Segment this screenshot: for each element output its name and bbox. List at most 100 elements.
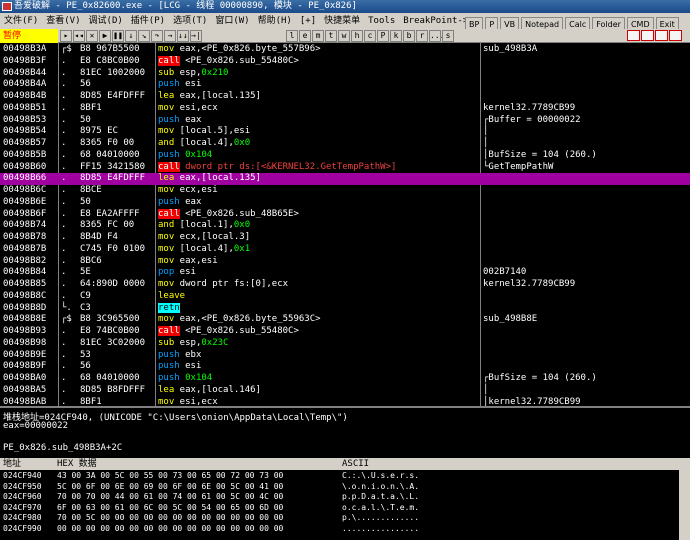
disasm-row[interactable]: 00498B82. 8BC6 mov eax,esi <box>0 256 690 268</box>
dump-row[interactable]: 024CF990 00 00 00 00 00 00 00 00 00 00 00… <box>0 524 679 534</box>
menu-item[interactable]: BreakPoint-> <box>399 13 472 29</box>
disasm-row[interactable]: 00498B78. 8B4D F4 mov ecx,[local.3] <box>0 232 690 244</box>
disasm-row[interactable]: 00498B93. E8 74BC0B00 call <PE_0x826.sub_5… <box>0 326 690 338</box>
menu-item[interactable]: 帮助(H) <box>254 13 296 29</box>
window-toggle-button[interactable]: s <box>442 30 454 42</box>
toolbar-button-icon[interactable]: ↓↓ <box>177 30 189 42</box>
disasm-row[interactable]: 00498B60. FF15 3421580 call dword ptr ds:[… <box>0 161 690 174</box>
toolbar-button-icon[interactable]: ✕ <box>86 30 98 42</box>
menu-item[interactable]: 查看(V) <box>42 13 84 29</box>
row-instruction: mov esi,ecx <box>158 397 218 407</box>
window-toggle-button[interactable]: l <box>286 30 298 42</box>
dump-row[interactable]: 024CF980 70 00 5C 00 00 00 00 00 00 00 00… <box>0 513 679 523</box>
instruction-token: retn <box>158 302 180 313</box>
row-marker: . <box>61 185 67 195</box>
toolbar-button-icon[interactable]: ▸ <box>60 30 72 42</box>
disasm-row[interactable]: 00498B53. 50 push eax ┌Buffer = 00000022 <box>0 115 690 127</box>
row-comment: 002B7140 <box>483 267 527 278</box>
menu-item[interactable]: 文件(F) <box>0 13 42 29</box>
instruction-token: push <box>158 373 180 383</box>
window-toggle-button[interactable]: t <box>325 30 337 42</box>
disasm-row[interactable]: 00498B74. 8365 FC 00 and [local.1],0x0 <box>0 220 690 232</box>
dump-row[interactable]: 024CF960 70 00 70 00 44 00 61 00 74 00 61… <box>0 492 679 502</box>
disasm-row[interactable]: 00498B57. 8365 F0 00 and [local.4],0x0 │ <box>0 138 690 150</box>
toolbar-button-icon[interactable]: →| <box>190 30 202 42</box>
ribbon-icon[interactable] <box>641 30 654 41</box>
menu-item[interactable]: 快捷菜单 <box>320 13 364 29</box>
disasm-row[interactable]: 00498B3F. E8 C8BC0B00 call <PE_0x826.sub_5… <box>0 55 690 68</box>
disasm-row[interactable]: 00498B44. 81EC 1002000 sub esp,0x210 <box>0 68 690 80</box>
row-instruction: and [local.1],0x0 <box>158 220 250 232</box>
row-instruction: push esi <box>158 79 201 91</box>
row-comment: │kernel32.7789CB99 <box>483 396 581 407</box>
disasm-row[interactable]: 00498B3A ┌$ B8 967B5500 mov eax,<PE_0x826.b… <box>0 44 690 56</box>
disasm-row[interactable]: 00498BA0. 68 04010000 push 0x104 ┌BufSize =… <box>0 373 690 385</box>
disasm-row[interactable]: 00498B5B. 68 04010000 push 0x104 │BufSize =… <box>0 150 690 162</box>
disasm-row[interactable]: 00498B8E ┌$ B8 3C965500 mov eax,<PE_0x826.b… <box>0 314 690 326</box>
disasm-row[interactable]: 00498B9F. 56 push esi <box>0 361 690 373</box>
window-toggle-button[interactable]: P <box>377 30 389 42</box>
disasm-row[interactable]: 00498B85. 64:890D 0000 mov dword ptr fs:[0… <box>0 279 690 291</box>
dump-scrollbar[interactable] <box>679 458 690 540</box>
disasm-row[interactable]: 00498B66. 8D85 E4FDFFF lea eax,[local.135] <box>0 173 690 185</box>
row-marker: . <box>61 102 67 113</box>
instruction-token: esi,ecx <box>174 102 218 113</box>
disasm-row[interactable]: 00498B9E. 53 push ebx <box>0 350 690 362</box>
disasm-row[interactable]: 00498B6E. 50 push eax <box>0 197 690 209</box>
disasm-row[interactable]: 00498B98. 81EC 3C02000 sub esp,0x23C <box>0 338 690 350</box>
toolbar-button-icon[interactable]: ↓ <box>125 30 137 42</box>
row-hex-bytes: 8D85 E4FDFFF <box>80 91 146 101</box>
disasm-row[interactable]: 00498B8C. C9 leave <box>0 291 690 303</box>
window-toggle-button[interactable]: b <box>403 30 415 42</box>
window-toggle-button[interactable]: h <box>351 30 363 42</box>
window-toggle-button[interactable]: w <box>338 30 350 42</box>
disasm-row[interactable]: 00498B84. 5E pop esi 002B7140 <box>0 267 690 279</box>
row-hex-bytes: 8BC6 <box>80 255 102 266</box>
ribbon-icon[interactable] <box>669 30 682 41</box>
instruction-token: 0x104 <box>179 149 213 160</box>
ribbon-icon[interactable] <box>627 30 640 41</box>
disassembly-pane[interactable]: 00498B3A ┌$ B8 967B5500 mov eax,<PE_0x826.b… <box>0 43 690 406</box>
instruction-token: mov <box>158 102 175 113</box>
disasm-row[interactable]: 00498B51. 8BF1 mov esi,ecx kernel32.7789CB9… <box>0 103 690 115</box>
toolbar-button-icon[interactable]: → <box>164 30 176 42</box>
window-toggle-button[interactable]: m <box>312 30 324 42</box>
info-line: eax=00000022 <box>3 421 69 431</box>
disasm-row[interactable]: 00498B6F. E8 EA2AFFFF call <PE_0x826.sub_4… <box>0 208 690 221</box>
row-marker: . <box>61 279 67 289</box>
row-hex-bytes: C9 <box>80 290 91 301</box>
ribbon-icon[interactable] <box>655 30 668 41</box>
window-toggle-button[interactable]: k <box>390 30 402 42</box>
disasm-row[interactable]: 00498B8D └. C3 retn <box>0 302 690 315</box>
disasm-row[interactable]: 00498BAB. 8BF1 mov esi,ecx │kernel32.7789CB… <box>0 397 690 407</box>
window-toggle-button[interactable]: e <box>299 30 311 42</box>
menu-item[interactable]: 窗口(W) <box>211 13 253 29</box>
menu-item[interactable]: 调试(D) <box>85 13 127 29</box>
toolbar-button-icon[interactable]: ❚❚ <box>112 30 124 42</box>
disasm-row[interactable]: 00498B4B. 8D85 E4FDFFF lea eax,[local.135] <box>0 91 690 103</box>
toolbar-button-icon[interactable]: ◂◂ <box>73 30 85 42</box>
dump-row[interactable]: 024CF940 43 00 3A 00 5C 00 55 00 73 00 65… <box>0 471 679 481</box>
disasm-row[interactable]: 00498B7B. C745 F0 0100 mov [local.4],0x1 <box>0 244 690 256</box>
hex-dump-pane[interactable]: 024CF940 43 00 3A 00 5C 00 55 00 73 00 65… <box>0 470 690 540</box>
dump-row[interactable]: 024CF950 5C 00 6F 00 6E 00 69 00 6F 00 6E… <box>0 482 679 492</box>
menu-item[interactable]: Tools <box>364 13 399 29</box>
window-toggle-button[interactable]: ... <box>429 30 444 42</box>
toolbar-button-icon[interactable]: ↘ <box>138 30 150 42</box>
instruction-token: [local.1], <box>174 220 234 231</box>
row-instruction: pop esi <box>158 267 196 279</box>
disasm-row[interactable]: 00498BA5. 8D85 B8FDFFF lea eax,[local.146]… <box>0 385 690 397</box>
disasm-row[interactable]: 00498B4A. 56 push esi <box>0 79 690 91</box>
window-toggle-button[interactable]: c <box>364 30 376 42</box>
toolbar-button-icon[interactable]: ↷ <box>151 30 163 42</box>
row-instruction: push 0x104 <box>158 150 212 162</box>
instruction-token: [local.4], <box>174 138 234 148</box>
disasm-row[interactable]: 00498B54. 8975 EC mov [local.5],esi │ <box>0 126 690 138</box>
menu-item[interactable]: 插件(P) <box>127 13 169 29</box>
window-toggle-button[interactable]: r <box>416 30 428 42</box>
menu-item[interactable]: 选项(T) <box>169 13 211 29</box>
dump-row[interactable]: 024CF970 6F 00 63 00 61 00 6C 00 5C 00 54… <box>0 503 679 513</box>
toolbar-button-icon[interactable]: ▶ <box>99 30 111 42</box>
menu-item[interactable]: [+] <box>296 13 320 29</box>
disasm-row[interactable]: 00498B6C. 8BCE mov ecx,esi <box>0 185 690 197</box>
